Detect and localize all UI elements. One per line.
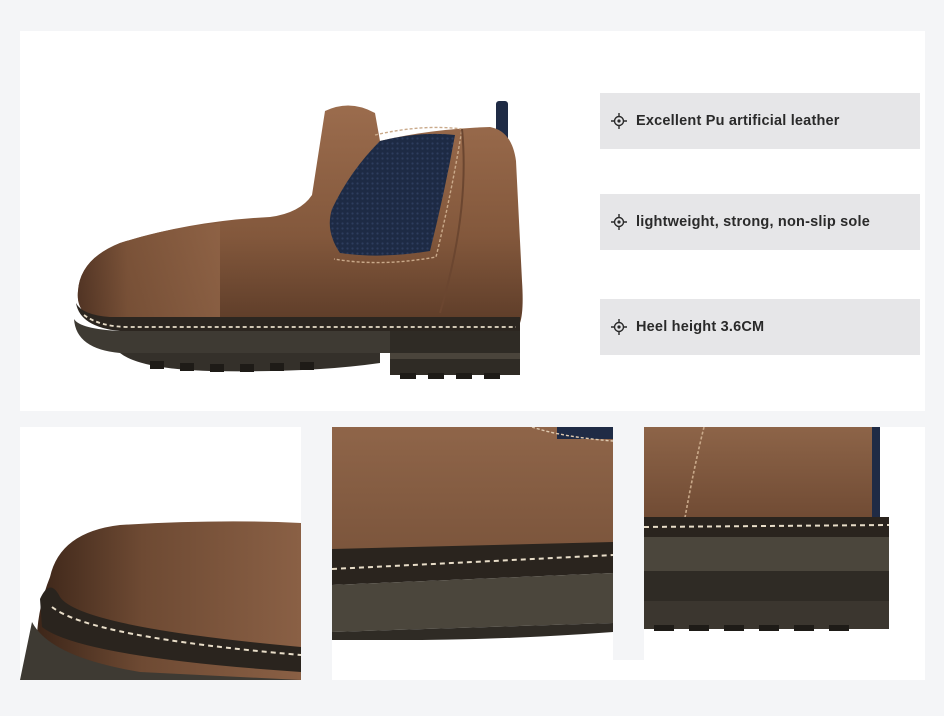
chelsea-boot-image [74, 101, 523, 379]
heel-detail-image [644, 427, 925, 680]
toe-detail-image [20, 427, 301, 680]
bottom-spacer [613, 660, 644, 680]
feature-label: Excellent Pu artificial leather [636, 113, 840, 129]
stitching-detail-image [332, 427, 613, 680]
crosshair-icon [611, 113, 627, 129]
feature-item-leather: Excellent Pu artificial leather [600, 93, 920, 149]
feature-item-sole: lightweight, strong, non-slip sole [600, 194, 920, 250]
feature-item-heel: Heel height 3.6CM [600, 299, 920, 355]
feature-label: Heel height 3.6CM [636, 319, 765, 335]
crosshair-icon [611, 214, 627, 230]
product-hero-panel: Excellent Pu artificial leather lightwei… [20, 31, 925, 411]
feature-label: lightweight, strong, non-slip sole [636, 214, 870, 230]
crosshair-icon [611, 319, 627, 335]
